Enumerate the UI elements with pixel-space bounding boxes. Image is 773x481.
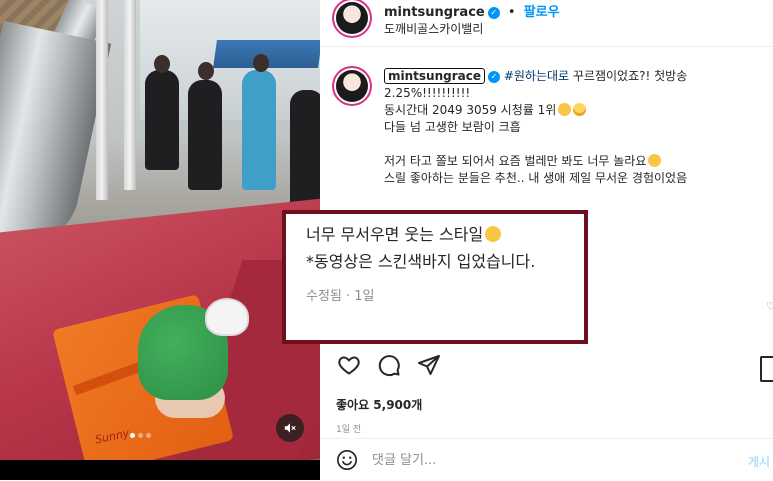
caption-username[interactable]: mintsungrace — [384, 68, 485, 84]
comment-like-icon[interactable]: ♡ — [766, 300, 773, 313]
star-eyes-emoji-icon — [573, 103, 587, 116]
avatar[interactable] — [336, 2, 368, 34]
comment-input[interactable] — [372, 449, 712, 471]
carousel-dot — [146, 433, 151, 438]
location-link[interactable]: 도깨비골스카이밸리 — [384, 20, 483, 37]
comment-bar: 게시 — [320, 438, 773, 481]
overlay-comment-line: *동영상은 스킨색바지 입었습니다. — [306, 252, 536, 271]
post-actions — [336, 352, 442, 378]
save-bookmark-icon[interactable] — [760, 356, 773, 382]
heart-icon — [338, 356, 360, 375]
edited-time-label: 수정됨 · 1일 — [306, 289, 375, 304]
overlay-comment-text: 너무 무서우면 웃는 스타일 — [306, 225, 484, 244]
person-head — [154, 55, 170, 73]
caption-text: 동시간대 2049 3059 시청률 1위 — [384, 103, 557, 117]
mute-button[interactable] — [276, 414, 304, 442]
camera-person — [242, 70, 276, 190]
white-helmet — [205, 298, 249, 336]
carousel-dot — [130, 433, 135, 438]
pillar — [96, 0, 108, 200]
metal-slide — [0, 20, 112, 255]
carousel-dot — [138, 433, 143, 438]
header-username[interactable]: mintsungrace — [384, 5, 485, 20]
crying-laughing-emoji-icon — [558, 103, 572, 116]
video-frame[interactable]: Sunny — [0, 0, 320, 460]
post-media[interactable]: Sunny — [0, 0, 320, 480]
hashtag-link[interactable]: #원하는대로 — [504, 69, 569, 83]
share-icon — [418, 355, 440, 375]
like-button[interactable] — [336, 352, 362, 378]
emoji-button[interactable] — [334, 447, 360, 473]
crying-laughing-emoji-icon — [485, 226, 502, 242]
header-separator: • — [507, 5, 516, 20]
person-head — [198, 62, 214, 80]
caption-line: 스릴 좋아하는 분들은 추천.. 내 생애 제일 무서운 경험이었음 — [384, 171, 688, 185]
muted-speaker-icon — [284, 423, 296, 433]
comment-icon — [378, 355, 400, 377]
laughing-emoji-icon — [648, 154, 662, 167]
overlay-comment-line: 너무 무서우면 웃는 스타일 — [306, 221, 502, 245]
caption-line: 2.25%!!!!!!!!!! — [384, 86, 471, 100]
camera-person — [188, 80, 222, 190]
highlighted-comment-box: 너무 무서우면 웃는 스타일 *동영상은 스킨색바지 입었습니다. 수정됨 · … — [282, 210, 588, 344]
post-header: mintsungrace ✓ • 팔로우 도깨비골스카이밸리 — [320, 0, 773, 47]
post-time[interactable]: 1일 전 — [336, 422, 361, 435]
verified-badge-icon: ✓ — [487, 6, 500, 19]
caption-line: 동시간대 2049 3059 시청률 1위 — [384, 102, 764, 119]
person-head — [253, 54, 269, 72]
verified-badge-icon: ✓ — [487, 70, 500, 83]
pillar — [124, 0, 136, 190]
caption-line: 다들 넘 고생한 보람이 크흡 — [384, 120, 521, 134]
comment-button[interactable] — [376, 352, 402, 378]
emoji-icon — [337, 450, 357, 470]
caption-line: mintsungrace ✓ #원하는대로 꾸르잼이었죠?! 첫방송 — [384, 68, 764, 85]
follow-button[interactable]: 팔로우 — [524, 5, 560, 20]
caption-line: 저거 타고 쫄보 되어서 요즘 벌레만 봐도 너무 놀라요 — [384, 153, 764, 170]
post-comment-button[interactable]: 게시 — [748, 453, 770, 470]
post-caption: mintsungrace ✓ #원하는대로 꾸르잼이었죠?! 첫방송 2.25%!… — [384, 68, 764, 187]
caption-avatar[interactable] — [336, 70, 368, 102]
crew-person — [290, 90, 320, 210]
camera-person — [145, 70, 179, 170]
caption-text: 꾸르잼이었죠?! 첫방송 — [569, 69, 688, 83]
share-button[interactable] — [416, 352, 442, 378]
header-user-row: mintsungrace ✓ • 팔로우 — [384, 1, 560, 20]
like-count[interactable]: 좋아요 5,900개 — [336, 396, 422, 413]
carousel-dots — [130, 433, 151, 438]
caption-text: 저거 타고 쫄보 되어서 요즘 벌레만 봐도 너무 놀라요 — [384, 154, 647, 168]
